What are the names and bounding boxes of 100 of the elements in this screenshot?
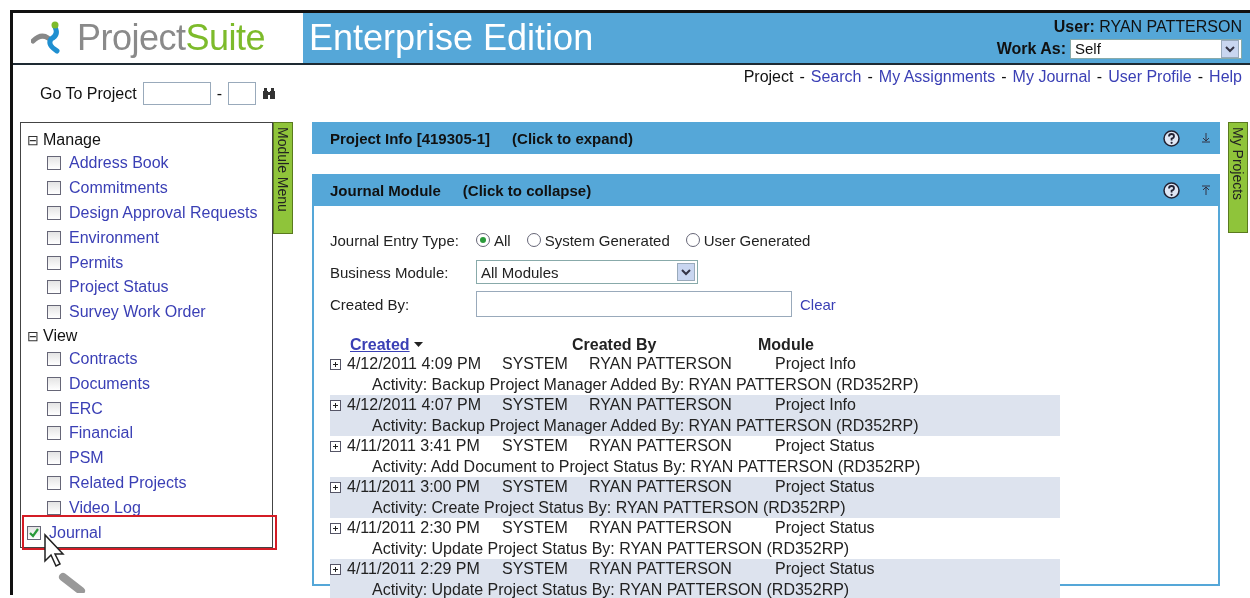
activity-text: Activity: Backup Project Manager Added By: RYAN PATTERSON (RD352RP) (372, 416, 919, 435)
project-number-field[interactable] (142, 82, 211, 105)
business-module-dropdown[interactable]: All Modules (476, 260, 698, 284)
work-as-label: Work As: (996, 39, 1066, 58)
created-cell-text: 4/11/2011 3:00 PM (347, 478, 481, 497)
module-menu-item[interactable]: Documents (27, 371, 272, 397)
checkbox[interactable] (47, 156, 61, 171)
module-menu-item[interactable]: Financial (27, 420, 272, 446)
expand-row-icon[interactable] (330, 358, 341, 370)
created-by-cell-text: RYAN PATTERSON (589, 355, 733, 374)
nav-link[interactable]: My Assignments (878, 68, 996, 86)
created-cell-text: 4/12/2011 4:09 PM (347, 355, 483, 374)
source-cell-text: SYSTEM (502, 396, 569, 415)
module-menu-item[interactable]: Project Status (27, 275, 272, 300)
module-menu-item[interactable]: Environment (27, 225, 272, 251)
module-cell: Project Status (775, 478, 875, 497)
nav-link[interactable]: User Profile (1108, 68, 1192, 86)
created-cell-text: 4/12/2011 4:07 PM (347, 396, 483, 415)
nav-current: Project (743, 68, 794, 86)
brand-name: ProjectSuite (77, 17, 266, 59)
expand-row-icon[interactable] (330, 563, 341, 575)
collapse-toggle[interactable]: ⊟ (27, 132, 39, 148)
nav-separator: - (799, 68, 805, 86)
activity-text: Activity: Create Project Status By: RYAN PATTERSON (RD352RP) (372, 498, 846, 517)
edition-title: Enterprise Edition (309, 17, 594, 59)
expand-row-icon[interactable] (330, 399, 341, 411)
checkbox[interactable] (47, 181, 61, 196)
module-menu-item[interactable]: Journal (27, 520, 272, 545)
module-cell: Project Status (775, 560, 875, 579)
created-cell-text: 4/11/2011 2:30 PM (347, 519, 481, 538)
created-by-cell-text: RYAN PATTERSON (589, 396, 733, 415)
created-by-cell-text: RYAN PATTERSON (589, 437, 733, 456)
nav-separator: - (1096, 68, 1103, 86)
tree-group-label: Manage (43, 131, 101, 149)
clear-link[interactable]: Clear (800, 295, 836, 313)
expand-icon[interactable] (1202, 133, 1210, 143)
nav-link[interactable]: Search (810, 68, 862, 86)
created-by-field[interactable] (476, 291, 792, 317)
module-cell: Project Status (775, 519, 875, 538)
panel-header[interactable]: Journal Module (Click to collapse) (312, 174, 1220, 206)
module-menu-item[interactable]: Design Approval Requests (27, 200, 272, 226)
checkbox[interactable] (47, 376, 61, 391)
created-cell-text: 4/11/2011 3:41 PM (347, 437, 481, 456)
checkbox[interactable] (47, 206, 61, 220)
module-menu-item[interactable]: Related Projects (27, 470, 272, 496)
radio-option[interactable]: User Generated (685, 231, 811, 249)
checkbox[interactable] (47, 230, 61, 245)
expand-row-icon[interactable] (330, 522, 341, 534)
checkbox[interactable] (47, 401, 61, 416)
created-by-cell-text: RYAN PATTERSON (589, 519, 733, 538)
source-cell-text: SYSTEM (502, 478, 569, 497)
radio-option[interactable]: System Generated (526, 231, 670, 249)
my-projects-tab[interactable]: My Projects (1228, 122, 1248, 233)
nav-link[interactable]: My Journal (1012, 68, 1091, 86)
expand-row-icon[interactable] (330, 481, 341, 493)
source-cell-text: SYSTEM (502, 560, 569, 579)
activity-text: Activity: Update Project Status By: RYAN PATTERSON (RD352RP) (372, 580, 850, 598)
module-menu-item[interactable]: Survey Work Order (27, 299, 272, 325)
checkbox[interactable] (47, 426, 61, 441)
checkbox[interactable] (47, 500, 61, 515)
module-cell: Project Info (775, 396, 856, 415)
checkbox[interactable] (47, 280, 61, 295)
created-by-cell-text: RYAN PATTERSON (589, 478, 733, 497)
nav-separator: - (867, 68, 873, 86)
source-cell-text: SYSTEM (502, 355, 569, 374)
created-by-cell-text: RYAN PATTERSON (589, 560, 733, 579)
expand-row-icon[interactable] (330, 440, 341, 452)
checkbox[interactable] (47, 351, 61, 366)
checkbox[interactable] (47, 451, 61, 466)
panel-header[interactable]: Project Info [419305-1] (Click to expand) (312, 122, 1220, 154)
go-to-project-label: Go To Project (40, 84, 137, 103)
collapse-icon[interactable] (1202, 185, 1210, 195)
business-module-label: Business Module: (330, 263, 450, 281)
activity-text: Activity: Add Document to Project Status By: RYAN PATTERSON (RD352RP) (372, 457, 921, 476)
radio-option[interactable]: All (476, 231, 511, 249)
work-as-dropdown[interactable]: Self (1070, 38, 1242, 59)
created-by-label: Created By: (330, 295, 411, 313)
sort-descending-icon[interactable] (413, 342, 423, 348)
sort-column-header[interactable]: Created (330, 336, 572, 354)
activity-text: Activity: Backup Project Manager Added By: RYAN PATTERSON (RD352RP) (372, 375, 919, 394)
help-icon[interactable] (1163, 129, 1180, 147)
module-cell: Project Info (775, 355, 856, 374)
checkbox[interactable] (27, 525, 41, 540)
checkbox[interactable] (47, 475, 61, 490)
module-menu-item[interactable]: Address Book (27, 151, 272, 176)
module-menu-item[interactable]: ERC (27, 396, 272, 421)
module-menu-item[interactable]: PSM (27, 445, 272, 471)
binoculars-icon[interactable] (261, 87, 276, 100)
module-menu-item[interactable]: Commitments (27, 175, 272, 201)
source-cell-text: SYSTEM (502, 519, 569, 538)
module-menu-item[interactable]: Contracts (27, 346, 272, 372)
collapse-toggle[interactable]: ⊟ (27, 327, 39, 344)
checkbox[interactable] (47, 305, 61, 320)
checkbox[interactable] (47, 255, 61, 270)
nav-link[interactable]: Help (1209, 68, 1242, 86)
project-suffix-field[interactable] (227, 82, 256, 105)
user-name: User: RYAN PATTERSON (1053, 17, 1242, 36)
module-menu-item[interactable]: Permits (27, 250, 272, 275)
module-menu-tab[interactable]: Module Menu (273, 122, 293, 234)
help-icon[interactable] (1163, 181, 1180, 199)
